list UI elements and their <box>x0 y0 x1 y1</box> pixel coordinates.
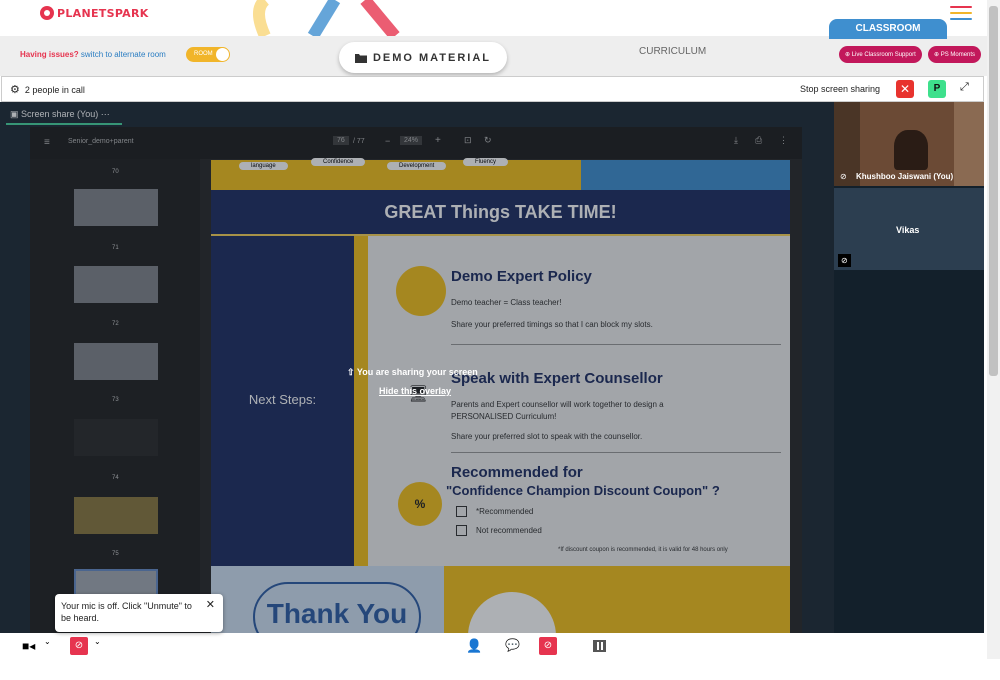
bottom-controls: ■◂ ⌄ ⊘ ⌄ 👤 💬 ⊘ <box>0 633 987 659</box>
chevron-down-icon[interactable]: ⌄ <box>94 637 101 646</box>
scrollbar-thumb[interactable] <box>989 6 998 376</box>
folder-icon <box>354 53 367 63</box>
participant-avatar[interactable]: P <box>928 80 946 98</box>
chat-icon[interactable]: 💬 <box>505 638 520 652</box>
stop-sharing-button[interactable]: ✕ <box>896 80 914 98</box>
class-toolbar: Having issues? switch to alternate room … <box>0 19 987 76</box>
screen-share-icon[interactable]: ⊘ <box>539 637 557 655</box>
close-icon[interactable]: ✕ <box>206 599 215 611</box>
room-toggle[interactable]: ROOM <box>186 47 230 62</box>
issues-notice: Having issues? switch to alternate room <box>20 50 166 59</box>
people-count: ⚙ 2 people in call <box>10 83 85 96</box>
room-toggle-label: ROOM <box>194 51 213 57</box>
grid-view-icon[interactable] <box>593 640 606 652</box>
ps-moments-button[interactable]: ⊕ PS Moments <box>928 46 982 63</box>
logo-text: PLANETSPARK <box>57 6 149 20</box>
planetspark-logo[interactable]: PLANETSPARK <box>40 6 149 20</box>
call-bar: ⚙ 2 people in call Stop screen sharing ✕ … <box>1 76 984 102</box>
toast-text: Your mic is off. Click "Unmute" to be he… <box>61 601 192 623</box>
hamburger-menu-icon[interactable] <box>950 6 972 24</box>
demo-material-label: DEMO MATERIAL <box>372 51 492 64</box>
person-silhouette <box>894 130 928 170</box>
sharing-overlay: ⇧ You are sharing your screen Hide this … <box>0 102 834 633</box>
hide-overlay-link[interactable]: Hide this overlay <box>379 386 451 396</box>
mic-off-icon: ⊘ <box>838 254 851 267</box>
ps-moments-label: PS Moments <box>940 52 976 58</box>
live-support-button[interactable]: ⊕ Live Classroom Support <box>839 46 922 63</box>
participant-video-self[interactable]: ⊘ Khushboo Jaiswani (You) <box>834 102 984 186</box>
live-support-label: Live Classroom Support <box>851 52 916 58</box>
sharing-message: ⇧ You are sharing your screen <box>347 367 478 378</box>
decorative-arc-icon <box>253 0 400 36</box>
switch-room-link[interactable]: switch to alternate room <box>81 50 166 59</box>
page-scrollbar[interactable] <box>987 0 1000 659</box>
sharing-message-text: You are sharing your screen <box>356 367 478 377</box>
mic-off-icon: ⊘ <box>840 172 847 181</box>
bookshelf <box>954 102 984 186</box>
gear-icon[interactable]: ⚙ <box>10 84 20 96</box>
screen-share-stage: ▣ Screen share (You) ⋯ ≡ Senior_demo+par… <box>0 102 834 680</box>
curriculum-tab[interactable]: CURRICULUM <box>639 46 706 57</box>
classroom-tab[interactable]: CLASSROOM <box>829 19 947 39</box>
people-count-text: 2 people in call <box>24 85 85 95</box>
mic-off-toast: Your mic is off. Click "Unmute" to be he… <box>55 594 223 632</box>
mic-muted-icon[interactable]: ⊘ <box>70 637 88 655</box>
participants-icon[interactable]: 👤 <box>466 638 482 654</box>
participant-panel: ⊘ Khushboo Jaiswani (You) Vikas ⊘ <box>834 102 984 633</box>
fullscreen-icon[interactable]: ⤢ <box>960 81 969 94</box>
participant-name: Vikas <box>896 225 920 235</box>
camera-icon[interactable]: ■◂ <box>22 639 35 653</box>
issues-text: Having issues? <box>20 50 79 59</box>
logo-mark-icon <box>40 6 54 20</box>
chevron-down-icon[interactable]: ⌄ <box>44 637 51 646</box>
stop-sharing-label: Stop screen sharing <box>800 84 881 94</box>
demo-material-button[interactable]: DEMO MATERIAL <box>339 42 507 73</box>
participant-video-vikas[interactable]: Vikas ⊘ <box>834 188 984 270</box>
participant-name: Khushboo Jaiswani (You) <box>856 172 954 181</box>
share-screen-icon: ⇧ <box>347 367 355 377</box>
